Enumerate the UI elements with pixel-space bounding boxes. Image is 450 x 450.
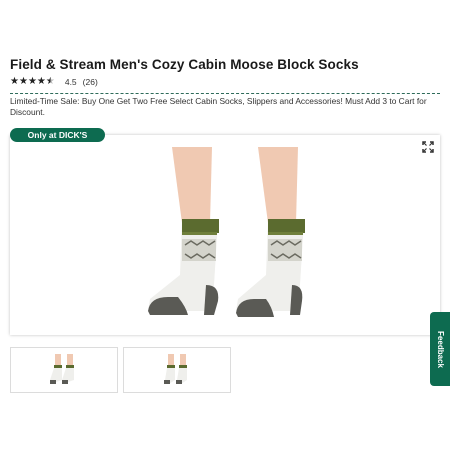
thumbnail-1[interactable] bbox=[10, 347, 118, 393]
rating-summary[interactable]: ★ ★ ★ ★ ★ 4.5 (26) bbox=[10, 76, 98, 88]
socks-photo bbox=[148, 147, 305, 317]
rating-value: 4.5 bbox=[64, 77, 77, 87]
thumbnail-2[interactable] bbox=[123, 347, 231, 393]
star-rating: ★ ★ ★ ★ ★ bbox=[10, 77, 55, 87]
star-icon: ★ bbox=[36, 76, 46, 87]
star-icon: ★ bbox=[27, 76, 37, 87]
review-count[interactable]: (26) bbox=[83, 77, 98, 87]
feedback-label: Feedback bbox=[435, 330, 445, 368]
thumbnail-image bbox=[164, 354, 187, 384]
half-star-icon: ★ bbox=[45, 76, 55, 87]
star-icon: ★ bbox=[10, 76, 19, 87]
feedback-tab[interactable]: Feedback bbox=[430, 312, 450, 386]
thumbnail-image bbox=[50, 354, 74, 384]
expand-icon[interactable] bbox=[422, 141, 434, 153]
star-icon: ★ bbox=[18, 76, 28, 87]
exclusive-badge: Only at DICK'S bbox=[10, 128, 105, 142]
promo-message: Limited-Time Sale: Buy One Get Two Free … bbox=[10, 93, 440, 117]
main-product-image[interactable] bbox=[10, 135, 440, 335]
product-title: Field & Stream Men's Cozy Cabin Moose Bl… bbox=[10, 57, 359, 72]
